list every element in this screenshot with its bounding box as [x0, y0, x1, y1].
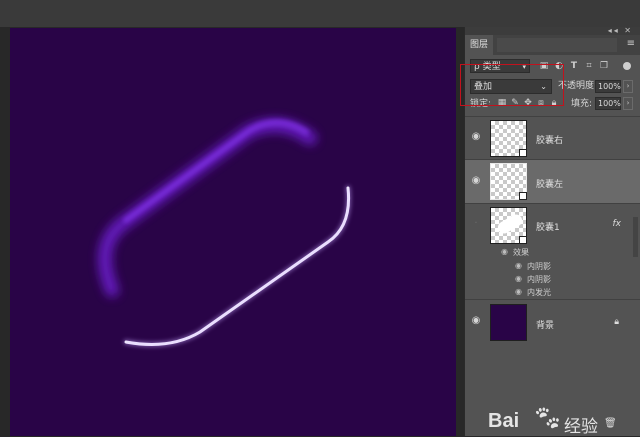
application-bar [0, 0, 640, 27]
eye-icon[interactable]: ◉ [501, 247, 508, 256]
panel-tab-row: 图层 ≡ [465, 35, 640, 55]
filter-toggle-icon[interactable] [623, 62, 631, 70]
fill-input[interactable]: 100% [595, 97, 621, 110]
opacity-dropdown-icon[interactable]: › [623, 80, 633, 93]
layer-row[interactable]: ◉ 胶囊右 [465, 116, 640, 159]
capsule-highlight-glow [123, 185, 352, 347]
highlight-annotation-box [460, 64, 564, 106]
layer-thumbnail [490, 207, 527, 244]
smart-object-filter-icon[interactable]: ❐ [599, 61, 609, 71]
scrollbar[interactable] [633, 217, 638, 257]
effect-item[interactable]: 内阴影 [527, 274, 551, 285]
watermark: Bai 🐾︎ 经验 🗑︎ [488, 404, 640, 437]
eye-icon[interactable]: ◉ [515, 261, 522, 270]
eye-hidden-icon[interactable]: · [470, 218, 482, 232]
capsule-artwork [98, 118, 352, 347]
layer-name[interactable]: 背景 [536, 318, 554, 331]
panel-header-bar: ◂◂ ✕ [465, 26, 640, 35]
effect-item[interactable]: 内阴影 [527, 261, 551, 272]
fx-icon[interactable]: fx [613, 219, 622, 229]
fill-label: 填充: [571, 99, 593, 109]
layer-name[interactable]: 胶囊1 [536, 220, 560, 233]
double-arrow-icon[interactable]: ◂◂ ✕ [608, 26, 633, 35]
layer-row-background[interactable]: ◉ 背景 🔒︎ [465, 299, 640, 345]
shape-filter-icon[interactable]: ⌗ [584, 61, 594, 71]
layer-name[interactable]: 胶囊左 [536, 177, 563, 190]
capsule-glow-left [98, 118, 317, 297]
capsule-highlight-right [124, 186, 351, 346]
effect-item[interactable]: 内发光 [527, 287, 551, 298]
tab-layers[interactable]: 图层 [465, 35, 493, 55]
menu-icon[interactable]: ≡ [627, 38, 635, 49]
document-canvas[interactable] [10, 28, 456, 436]
layer-name[interactable]: 胶囊右 [536, 133, 563, 146]
eye-icon[interactable]: ◉ [470, 315, 482, 329]
layer-thumbnail [490, 304, 527, 341]
watermark-suffix: 经验 [564, 417, 598, 437]
layer-thumbnail [490, 120, 527, 157]
eye-icon[interactable]: ◉ [515, 287, 522, 296]
fill-dropdown-icon[interactable]: › [623, 97, 633, 110]
capsule-shape-thumbnail [495, 212, 525, 236]
trash-icon[interactable]: 🗑︎ [604, 418, 617, 429]
smart-object-badge-icon [519, 149, 527, 157]
tab-empty-area [497, 38, 617, 52]
type-filter-icon[interactable]: T [569, 61, 579, 71]
layer-row-selected[interactable]: ◉ 胶囊左 [465, 159, 640, 203]
effects-label: 效果 [513, 248, 529, 257]
layer-thumbnail [490, 163, 527, 200]
eye-icon[interactable]: ◉ [470, 175, 482, 189]
paw-logo-icon: 🐾︎ [532, 404, 563, 432]
lock-icon: 🔒︎ [614, 317, 619, 327]
smart-object-badge-icon [519, 236, 527, 244]
smart-object-badge-icon [519, 192, 527, 200]
eye-icon[interactable]: ◉ [470, 131, 482, 145]
layer-row-with-effects[interactable]: · 胶囊1 fx ◉ 效果 ◉ 内阴影 ◉ 内阴影 ◉ 内发光 [465, 203, 640, 299]
eye-icon[interactable]: ◉ [515, 274, 522, 283]
opacity-input[interactable]: 100% [595, 80, 621, 93]
watermark-brand: Bai [488, 410, 520, 432]
